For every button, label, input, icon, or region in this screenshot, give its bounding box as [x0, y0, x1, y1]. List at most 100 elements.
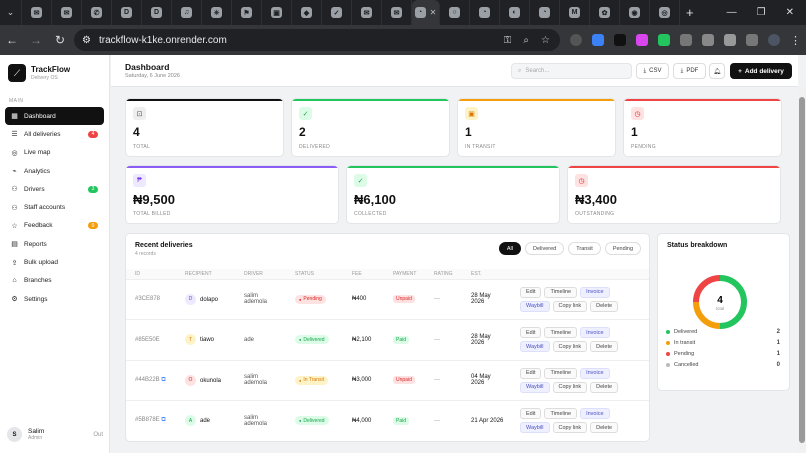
- browser-tab[interactable]: D: [142, 0, 172, 25]
- delete-button[interactable]: Delete: [590, 341, 619, 353]
- table-row[interactable]: #5B878E ⧉ Aade salim ademola ● Delivered ₦4,0…: [126, 400, 649, 441]
- sidebar-item-reports[interactable]: ▤ Reports: [5, 235, 104, 253]
- browser-tab[interactable]: ◉: [620, 0, 650, 25]
- timeline-button[interactable]: Timeline: [544, 327, 578, 339]
- browser-tab[interactable]: ▣: [262, 0, 292, 25]
- sidebar-item-drivers[interactable]: ⚇ Drivers 3: [5, 180, 104, 198]
- edit-button[interactable]: Edit: [520, 408, 542, 420]
- delete-button[interactable]: Delete: [590, 300, 619, 312]
- browser-tab[interactable]: ◔: [530, 0, 560, 25]
- delete-button[interactable]: Delete: [590, 381, 619, 393]
- extension-icon[interactable]: [680, 34, 692, 46]
- browser-tab[interactable]: D: [112, 0, 142, 25]
- copy-id-icon[interactable]: ⧉: [160, 417, 165, 423]
- forward-arrow-icon[interactable]: →: [24, 33, 48, 47]
- browser-tab[interactable]: ◎: [650, 0, 680, 25]
- brand[interactable]: ⟋ TrackFlow Delivery OS: [8, 64, 70, 82]
- copy-link-button[interactable]: Copy link: [552, 341, 588, 353]
- browser-tab[interactable]: M: [560, 0, 590, 25]
- browser-tab[interactable]: ✳: [202, 0, 232, 25]
- password-key-icon[interactable]: ⚿: [504, 35, 512, 46]
- browser-tab[interactable]: ✉: [52, 0, 82, 25]
- invoice-button[interactable]: Invoice: [580, 408, 610, 420]
- edit-button[interactable]: Edit: [520, 327, 542, 339]
- pdf-export-button[interactable]: ⤓ PDF: [673, 63, 706, 79]
- restore-icon[interactable]: ❐: [757, 7, 766, 18]
- avatar[interactable]: S: [7, 427, 22, 442]
- extension-icon[interactable]: [658, 34, 670, 46]
- minimize-icon[interactable]: —: [727, 7, 737, 18]
- reload-icon[interactable]: ↻: [48, 33, 72, 47]
- invoice-button[interactable]: Invoice: [580, 327, 610, 339]
- zoom-icon[interactable]: ⌕: [523, 35, 529, 46]
- edit-button[interactable]: Edit: [520, 367, 542, 379]
- browser-tab[interactable]: ○: [440, 0, 470, 25]
- sidebar-item-live-map[interactable]: ◎ Live map: [5, 144, 104, 162]
- filter-all[interactable]: All: [498, 242, 521, 255]
- site-info-icon[interactable]: ⚙: [82, 35, 91, 46]
- timeline-button[interactable]: Timeline: [544, 408, 578, 420]
- extension-icon[interactable]: [702, 34, 714, 46]
- close-window-icon[interactable]: ✕: [786, 7, 794, 18]
- page-scrollbar[interactable]: [798, 87, 806, 453]
- copy-id-icon[interactable]: ⧉: [160, 377, 165, 383]
- filter-pending[interactable]: Pending: [604, 242, 641, 255]
- filter-delivered[interactable]: Delivered: [524, 242, 565, 255]
- copy-link-button[interactable]: Copy link: [552, 300, 588, 312]
- delete-button[interactable]: Delete: [590, 422, 619, 434]
- waybill-button[interactable]: Waybill: [520, 422, 550, 434]
- filter-transit[interactable]: Transit: [568, 242, 601, 255]
- browser-tab[interactable]: ◔ ✕: [412, 0, 440, 25]
- sidebar-item-analytics[interactable]: ⌁ Analytics: [5, 162, 104, 180]
- extension-icon[interactable]: [636, 34, 648, 46]
- sidebar-item-branches[interactable]: ⌂ Branches: [5, 272, 104, 290]
- extension-icon[interactable]: [614, 34, 626, 46]
- logout-button[interactable]: Out: [93, 432, 103, 438]
- add-delivery-button[interactable]: + Add delivery: [730, 63, 792, 79]
- sidebar-item-dashboard[interactable]: ▦ Dashboard: [5, 107, 104, 126]
- csv-export-button[interactable]: ⤓ CSV: [636, 63, 669, 79]
- copy-link-button[interactable]: Copy link: [552, 422, 588, 434]
- browser-tab[interactable]: ✆: [82, 0, 112, 25]
- new-tab-plus-icon[interactable]: +: [686, 5, 694, 20]
- extension-icon[interactable]: [570, 34, 582, 46]
- table-row[interactable]: #85E50E Ttiawo ade ● Delivered ₦2,100 Paid —28 …: [126, 319, 649, 361]
- bookmark-star-icon[interactable]: ☆: [541, 35, 550, 46]
- menu-dots-icon[interactable]: ⋮: [790, 34, 801, 47]
- browser-tab[interactable]: ◆: [292, 0, 322, 25]
- tab-list-button[interactable]: ⌄: [0, 0, 22, 25]
- waybill-button[interactable]: Waybill: [520, 341, 550, 353]
- sidebar-item-settings[interactable]: ⚙ Settings: [5, 290, 104, 308]
- puzzle-icon[interactable]: [724, 34, 736, 46]
- scrollbar-thumb[interactable]: [799, 97, 805, 443]
- browser-tab[interactable]: ✓: [322, 0, 352, 25]
- table-row[interactable]: #44B22B ⧉ Ookunola salim ademola ● In Transi…: [126, 360, 649, 401]
- timeline-button[interactable]: Timeline: [544, 367, 578, 379]
- sidebar-item-all-deliveries[interactable]: ☰ All deliveries 4: [5, 125, 104, 143]
- browser-tab[interactable]: ✉: [352, 0, 382, 25]
- browser-tab[interactable]: ✉: [382, 0, 412, 25]
- waybill-button[interactable]: Waybill: [520, 300, 550, 312]
- back-arrow-icon[interactable]: ←: [0, 33, 24, 47]
- search-input[interactable]: ⌕ Search...: [511, 63, 632, 79]
- browser-tab[interactable]: ◐: [500, 0, 530, 25]
- extension-icon[interactable]: [592, 34, 604, 46]
- edit-button[interactable]: Edit: [520, 286, 542, 298]
- copy-link-button[interactable]: Copy link: [552, 381, 588, 393]
- browser-tab[interactable]: ◔: [470, 0, 500, 25]
- profile-avatar-icon[interactable]: [768, 34, 780, 46]
- notifications-button[interactable]: 🔔︎: [709, 63, 725, 79]
- timeline-button[interactable]: Timeline: [544, 286, 578, 298]
- sidebar-item-staff-accounts[interactable]: ⚇ Staff accounts: [5, 198, 104, 216]
- browser-tab[interactable]: ✉: [22, 0, 52, 25]
- invoice-button[interactable]: Invoice: [580, 286, 610, 298]
- sidebar-item-bulk-upload[interactable]: ⇪ Bulk upload: [5, 253, 104, 271]
- browser-tab[interactable]: ✿: [590, 0, 620, 25]
- address-bar[interactable]: ⚙ trackflow-k1ke.onrender.com ⚿ ⌕ ☆: [74, 29, 560, 51]
- tab-close-icon[interactable]: ✕: [430, 8, 437, 17]
- sidebar-item-feedback[interactable]: ☆ Feedback 0: [5, 217, 104, 235]
- browser-tab[interactable]: ♫: [172, 0, 202, 25]
- invoice-button[interactable]: Invoice: [580, 367, 610, 379]
- browser-tab[interactable]: ⚑: [232, 0, 262, 25]
- table-row[interactable]: #3CE878 Ddolapo salim ademola ● Pending ₦400 U…: [126, 279, 649, 320]
